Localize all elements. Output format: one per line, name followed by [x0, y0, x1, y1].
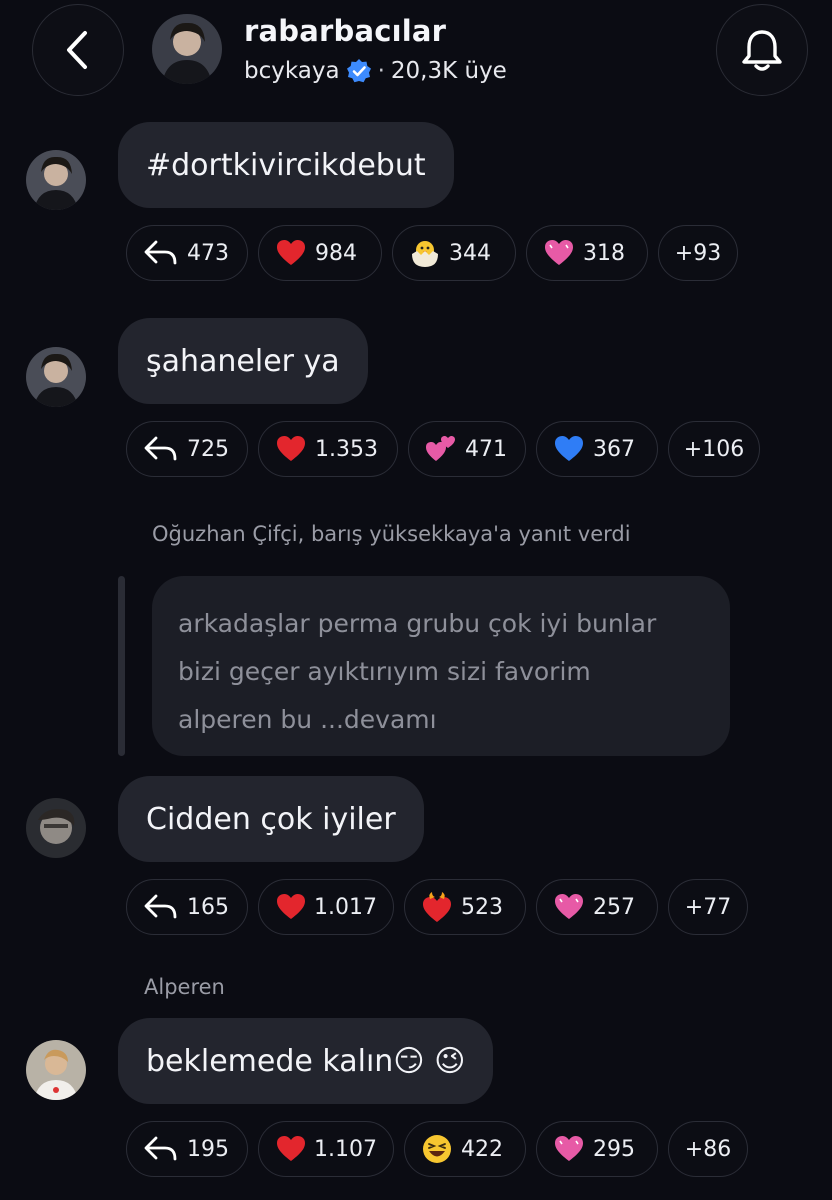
channel-avatar[interactable]	[152, 14, 222, 84]
reply-count: 165	[187, 894, 229, 920]
message-bubble[interactable]: beklemede kalın😏 😉	[118, 1018, 494, 1104]
reaction-pill[interactable]: 1.107	[258, 1121, 394, 1177]
reaction-count: 1.017	[314, 894, 377, 920]
hatching-chick-icon	[409, 237, 441, 269]
reaction-count: 984	[315, 240, 357, 266]
separator-dot: ·	[377, 58, 385, 84]
reply-count-button[interactable]: 473	[126, 225, 248, 281]
heart-on-fire-icon	[421, 891, 453, 923]
reply-arrow-icon	[144, 436, 177, 461]
more-reactions-count: +106	[683, 436, 745, 462]
bell-icon	[742, 30, 782, 71]
reaction-count: 318	[583, 240, 625, 266]
quote-indicator	[118, 576, 125, 756]
more-reactions-button[interactable]: +106	[668, 421, 760, 477]
reply-context-label: Oğuzhan Çifçi, barış yüksekkaya'a yanıt …	[152, 522, 631, 546]
more-reactions-count: +93	[674, 240, 722, 266]
laughing-face-icon	[421, 1133, 453, 1165]
more-reactions-button[interactable]: +86	[668, 1121, 748, 1177]
reply-count-button[interactable]: 725	[126, 421, 248, 477]
reply-count: 473	[187, 240, 229, 266]
sender-avatar[interactable]	[26, 798, 86, 858]
red-heart-icon	[275, 433, 307, 465]
channel-header: rabarbacılar bcykaya · 20,3K üye	[0, 0, 832, 110]
more-reactions-button[interactable]: +93	[658, 225, 738, 281]
reaction-bar: 165 1.017 523 257 +77	[126, 879, 748, 937]
sender-name[interactable]: Alperen	[144, 975, 225, 999]
reaction-pill[interactable]: 984	[258, 225, 382, 281]
pink-heart-icon	[553, 891, 585, 923]
sender-avatar[interactable]	[26, 347, 86, 407]
sender-avatar[interactable]	[26, 150, 86, 210]
reaction-pill[interactable]: 318	[526, 225, 648, 281]
quoted-line: bizi geçer ayıktırıyım sizi favorim	[178, 657, 591, 686]
reaction-count: 523	[461, 894, 503, 920]
pink-heart-icon	[543, 237, 575, 269]
message-bubble[interactable]: Cidden çok iyiler	[118, 776, 424, 862]
reaction-pill[interactable]: 471	[408, 421, 526, 477]
more-reactions-button[interactable]: +77	[668, 879, 748, 935]
quoted-line: alperen bu ...devamı	[178, 705, 437, 734]
reaction-bar: 725 1.353 471 367 +106	[126, 421, 760, 479]
reaction-bar: 473 984 344 318 +93	[126, 225, 738, 283]
chevron-left-icon	[67, 31, 87, 69]
reaction-pill[interactable]: 257	[536, 879, 658, 935]
reply-arrow-icon	[144, 240, 177, 265]
red-heart-icon	[275, 237, 307, 269]
quoted-message[interactable]: arkadaşlar perma grubu çok iyi bunlar bi…	[152, 576, 730, 756]
sender-avatar[interactable]	[26, 1040, 86, 1100]
reaction-count: 422	[461, 1136, 503, 1162]
blue-heart-icon	[553, 433, 585, 465]
reaction-count: 295	[593, 1136, 635, 1162]
reaction-pill[interactable]: 367	[536, 421, 658, 477]
reaction-count: 1.353	[315, 436, 378, 462]
message-bubble[interactable]: #dortkivircikdebut	[118, 122, 454, 208]
reaction-pill[interactable]: 1.017	[258, 879, 394, 935]
reaction-pill[interactable]: 1.353	[258, 421, 398, 477]
notifications-button[interactable]	[716, 4, 808, 96]
reaction-count: 367	[593, 436, 635, 462]
reaction-count: 1.107	[314, 1136, 377, 1162]
reaction-pill[interactable]: 344	[392, 225, 516, 281]
reply-arrow-icon	[144, 894, 177, 919]
reaction-pill[interactable]: 422	[404, 1121, 526, 1177]
more-reactions-count: +86	[684, 1136, 732, 1162]
verified-badge-icon	[346, 59, 371, 83]
reaction-count: 344	[449, 240, 491, 266]
reaction-count: 471	[465, 436, 507, 462]
message-bubble[interactable]: şahaneler ya	[118, 318, 368, 404]
reply-count-button[interactable]: 195	[126, 1121, 248, 1177]
channel-name[interactable]: rabarbacılar	[244, 14, 446, 48]
reaction-pill[interactable]: 523	[404, 879, 526, 935]
pink-heart-icon	[553, 1133, 585, 1165]
back-button[interactable]	[32, 4, 124, 96]
reaction-pill[interactable]: 295	[536, 1121, 658, 1177]
red-heart-icon	[275, 1133, 306, 1165]
red-heart-icon	[275, 891, 306, 923]
reply-arrow-icon	[144, 1136, 177, 1161]
revolving-hearts-icon	[425, 433, 457, 465]
reaction-bar: 195 1.107 422 295 +86	[126, 1121, 748, 1179]
owner-name[interactable]: bcykaya	[244, 58, 340, 84]
reply-count-button[interactable]: 165	[126, 879, 248, 935]
quoted-line: arkadaşlar perma grubu çok iyi bunlar	[178, 609, 657, 638]
reply-count: 195	[187, 1136, 229, 1162]
reply-count: 725	[187, 436, 229, 462]
more-reactions-count: +77	[684, 894, 732, 920]
channel-subtitle: bcykaya · 20,3K üye	[244, 58, 507, 84]
reaction-count: 257	[593, 894, 635, 920]
member-count: 20,3K üye	[390, 58, 507, 84]
